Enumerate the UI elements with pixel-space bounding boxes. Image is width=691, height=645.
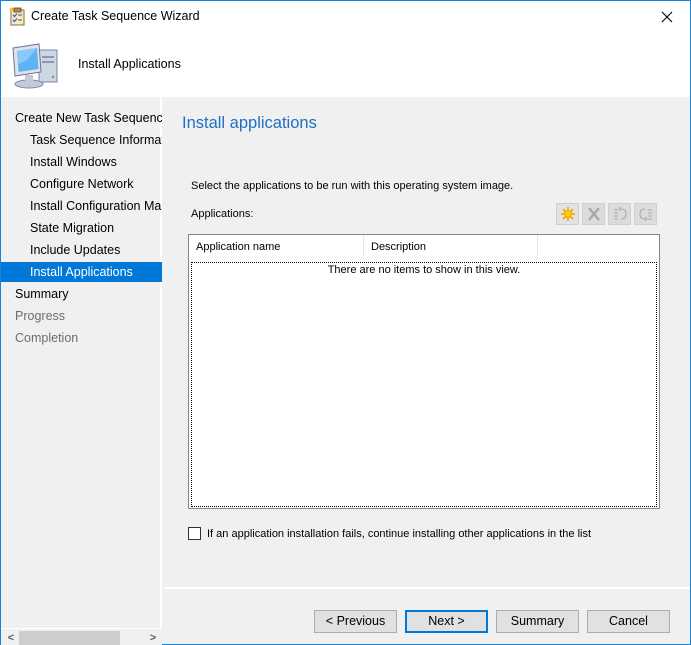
column-header-empty[interactable] — [538, 235, 659, 259]
delete-icon — [587, 207, 600, 221]
title-bar: Create Task Sequence Wizard — [1, 1, 690, 32]
new-icon — [560, 207, 575, 221]
sidebar-item-include-updates[interactable]: Include Updates — [1, 240, 162, 260]
window-title: Create Task Sequence Wizard — [31, 9, 200, 23]
wizard-steps-sidebar: Create New Task Sequence Task Sequence I… — [1, 97, 162, 644]
wizard-header: Install Applications — [1, 32, 690, 97]
cancel-button[interactable]: Cancel — [587, 610, 670, 633]
sidebar-item-create-new-task-sequence[interactable]: Create New Task Sequence — [1, 108, 162, 128]
scrollbar-thumb[interactable] — [19, 631, 120, 645]
empty-list-message: There are no items to show in this view. — [327, 264, 521, 276]
close-icon — [661, 11, 673, 22]
continue-on-fail-label[interactable]: If an application installation fails, co… — [207, 528, 591, 540]
instruction-text: Select the applications to be run with t… — [191, 180, 514, 192]
scroll-right-arrow-icon[interactable]: > — [146, 631, 160, 645]
continue-on-fail-option[interactable]: If an application installation fails, co… — [188, 527, 591, 540]
sidebar-horizontal-scrollbar[interactable]: < > — [1, 628, 162, 645]
sidebar-item-install-applications[interactable]: Install Applications — [1, 262, 162, 282]
sidebar-item-install-windows[interactable]: Install Windows — [1, 152, 162, 172]
header-title: Install Applications — [78, 57, 181, 71]
list-header: Application name Description — [189, 235, 659, 259]
new-application-button[interactable] — [556, 203, 579, 225]
column-header-description[interactable]: Description — [364, 235, 538, 259]
checklist-icon — [9, 7, 27, 26]
sidebar-item-summary[interactable]: Summary — [1, 284, 162, 304]
move-up-button[interactable] — [608, 203, 631, 225]
move-down-icon — [638, 208, 652, 222]
computer-icon — [9, 40, 61, 92]
sidebar-item-task-sequence-information[interactable]: Task Sequence Information — [1, 130, 162, 150]
sidebar-item-completion: Completion — [15, 331, 79, 345]
wizard-footer: < Previous Next > Summary Cancel — [164, 587, 690, 644]
column-header-application-name[interactable]: Application name — [189, 235, 364, 259]
scroll-left-arrow-icon[interactable]: < — [4, 631, 18, 645]
sidebar-item-install-configuration-manager[interactable]: Install Configuration Manager — [1, 196, 162, 216]
next-button[interactable]: Next > — [405, 610, 488, 633]
page-title: Install applications — [182, 114, 317, 132]
applications-label: Applications: — [191, 208, 254, 220]
sidebar-item-state-migration[interactable]: State Migration — [1, 218, 162, 238]
sidebar-item-progress: Progress — [15, 309, 66, 323]
wizard-page-content: Install applications Select the applicat… — [164, 97, 690, 585]
previous-button[interactable]: < Previous — [314, 610, 397, 633]
applications-toolbar — [556, 203, 657, 225]
delete-application-button[interactable] — [582, 203, 605, 225]
summary-button[interactable]: Summary — [496, 610, 579, 633]
list-body[interactable]: There are no items to show in this view. — [191, 262, 657, 507]
move-down-button[interactable] — [634, 203, 657, 225]
continue-on-fail-checkbox[interactable] — [188, 527, 201, 540]
applications-list[interactable]: Application name Description There are n… — [188, 234, 660, 509]
wizard-window: Create Task Sequence Wizard Install Appl… — [0, 0, 691, 645]
move-up-icon — [613, 206, 627, 220]
sidebar-item-configure-network[interactable]: Configure Network — [1, 174, 162, 194]
close-button[interactable] — [644, 1, 690, 32]
